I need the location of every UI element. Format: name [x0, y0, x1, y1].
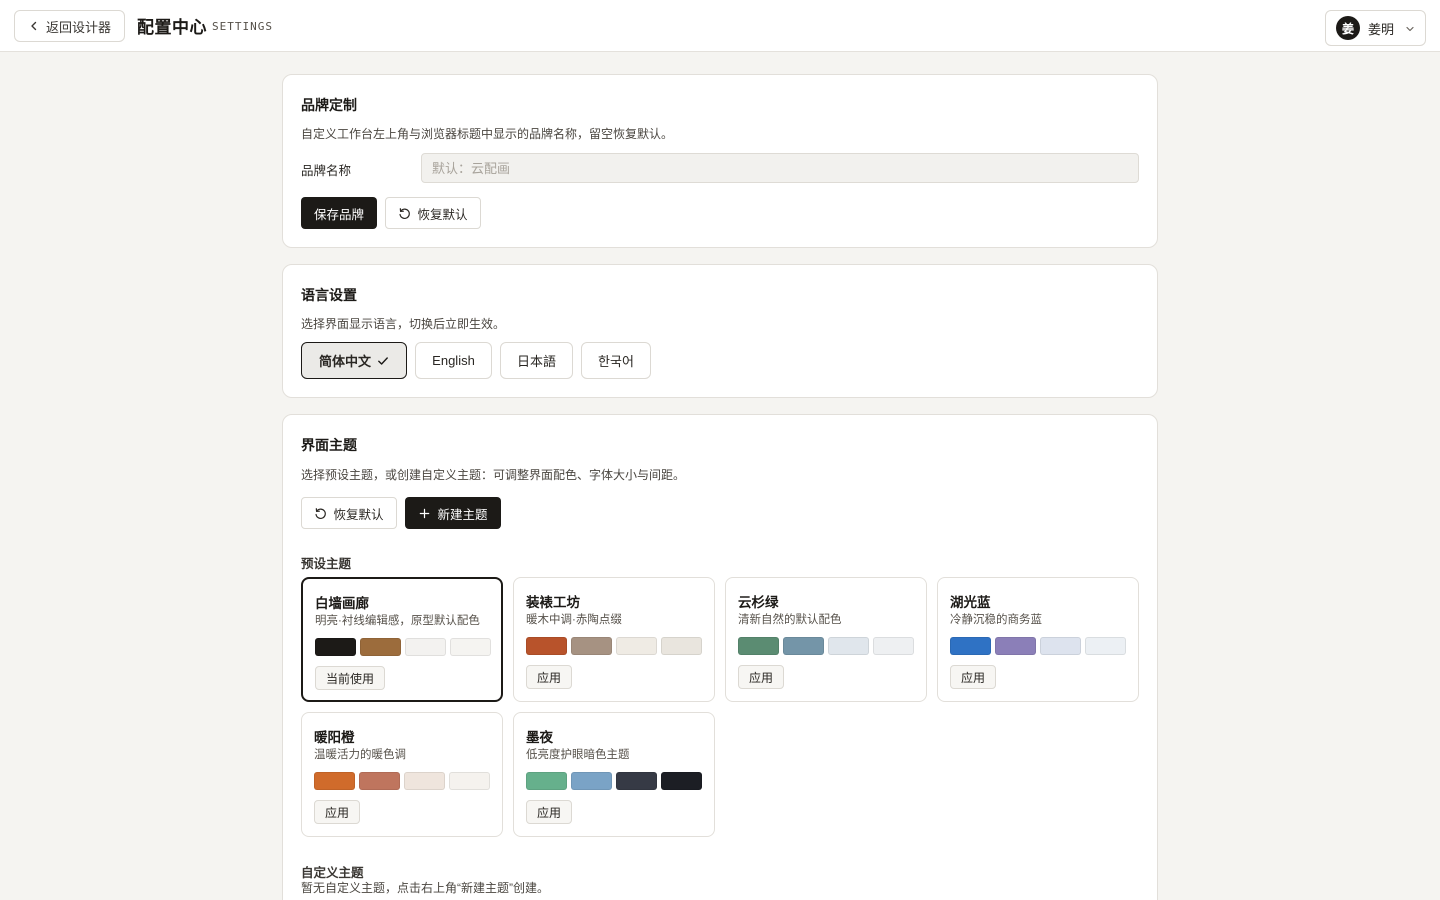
theme-color-swatches: [526, 637, 702, 655]
page-subtitle: SETTINGS: [212, 20, 273, 33]
color-swatch: [571, 772, 612, 790]
theme-description: 温暖活力的暖色调: [314, 749, 406, 761]
back-to-designer-button[interactable]: 返回设计器: [14, 10, 125, 42]
theme-description: 明亮·衬线编辑感，原型默认配色: [315, 615, 480, 627]
theme-color-swatches: [315, 638, 491, 656]
reset-brand-button[interactable]: 恢复默认: [385, 197, 481, 229]
reset-theme-label: 恢复默认: [333, 507, 384, 522]
color-swatch: [571, 637, 612, 655]
save-brand-label: 保存品牌: [313, 207, 364, 222]
theme-name: 白墙画廊: [315, 596, 369, 611]
theme-name: 湖光蓝: [950, 595, 991, 610]
theme-color-swatches: [314, 772, 490, 790]
custom-themes-empty-message: 暂无自定义主题，点击右上角“新建主题”创建。: [301, 881, 549, 895]
theme-card[interactable]: 暖阳橙温暖活力的暖色调应用: [301, 712, 503, 837]
language-section-description: 选择界面显示语言，切换后立即生效。: [301, 317, 506, 331]
theme-section-description: 选择预设主题，或创建自定义主题：可调整界面配色、字体大小与间距。: [301, 468, 686, 482]
apply-theme-button[interactable]: 应用: [738, 665, 785, 689]
color-swatch: [314, 772, 355, 790]
theme-color-swatches: [738, 637, 914, 655]
theme-section-title: 界面主题: [301, 437, 357, 453]
color-swatch: [661, 772, 702, 790]
color-swatch: [404, 772, 445, 790]
color-swatch: [1040, 637, 1081, 655]
language-option-label: English: [432, 353, 475, 368]
theme-description: 暖木中调·赤陶点缀: [526, 614, 622, 626]
apply-theme-button[interactable]: 应用: [526, 665, 573, 689]
theme-description: 冷静沉稳的商务蓝: [950, 614, 1042, 626]
language-option-label: 日本語: [516, 354, 556, 369]
apply-theme-button[interactable]: 应用: [526, 800, 573, 824]
page-title: 配置中心: [137, 18, 207, 37]
reset-theme-button[interactable]: 恢复默认: [301, 497, 397, 529]
check-icon: [378, 356, 388, 365]
plus-icon: [420, 508, 430, 518]
user-name: 姜明: [1368, 21, 1395, 37]
color-swatch: [405, 638, 446, 656]
color-swatch: [995, 637, 1036, 655]
theme-name: 墨夜: [526, 730, 553, 745]
color-swatch: [738, 637, 779, 655]
language-option-label: 한국어: [598, 354, 634, 369]
language-option-label: 简体中文: [318, 354, 371, 369]
color-swatch: [526, 637, 567, 655]
color-swatch: [661, 637, 702, 655]
reset-icon: [399, 207, 411, 219]
user-menu-button[interactable]: 姜 姜明: [1325, 10, 1426, 46]
theme-card[interactable]: 装裱工坊暖木中调·赤陶点缀应用: [513, 577, 715, 702]
theme-card[interactable]: 云杉绿清新自然的默认配色应用: [725, 577, 927, 702]
theme-card[interactable]: 白墙画廊明亮·衬线编辑感，原型默认配色当前使用: [301, 577, 503, 702]
avatar: 姜: [1336, 16, 1360, 40]
theme-description: 清新自然的默认配色: [738, 614, 842, 626]
color-swatch: [828, 637, 869, 655]
top-bar: 返回设计器 配置中心 SETTINGS 姜 姜明: [0, 0, 1440, 52]
chevron-left-icon: [31, 21, 37, 31]
chevron-down-icon: [1406, 26, 1414, 32]
color-swatch: [360, 638, 401, 656]
brand-settings-card: 品牌定制 自定义工作台左上角与浏览器标题中显示的品牌名称，留空恢复默认。 品牌名…: [282, 74, 1158, 248]
language-option-zh[interactable]: 简体中文: [301, 342, 407, 379]
color-swatch: [526, 772, 567, 790]
brand-name-input[interactable]: [421, 153, 1139, 183]
back-button-label: 返回设计器: [45, 19, 111, 35]
color-swatch: [873, 637, 914, 655]
reset-icon: [315, 507, 327, 519]
brand-section-title: 品牌定制: [301, 97, 357, 113]
color-swatch: [783, 637, 824, 655]
color-swatch: [450, 638, 491, 656]
new-theme-button[interactable]: 新建主题: [405, 497, 501, 529]
reset-brand-label: 恢复默认: [417, 207, 468, 222]
current-theme-button[interactable]: 当前使用: [315, 666, 386, 690]
new-theme-label: 新建主题: [437, 507, 488, 522]
color-swatch: [449, 772, 490, 790]
language-section-title: 语言设置: [301, 287, 357, 303]
theme-settings-card: 界面主题 选择预设主题，或创建自定义主题：可调整界面配色、字体大小与间距。 恢复…: [282, 414, 1158, 900]
brand-section-description: 自定义工作台左上角与浏览器标题中显示的品牌名称，留空恢复默认。: [301, 127, 674, 141]
theme-color-swatches: [950, 637, 1126, 655]
theme-card[interactable]: 湖光蓝冷静沉稳的商务蓝应用: [937, 577, 1139, 702]
color-swatch: [616, 637, 657, 655]
language-option-ko[interactable]: 한국어: [581, 342, 651, 379]
language-option-ja[interactable]: 日本語: [500, 342, 573, 379]
color-swatch: [1085, 637, 1126, 655]
theme-name: 装裱工坊: [526, 595, 580, 610]
theme-name: 暖阳橙: [314, 730, 355, 745]
color-swatch: [315, 638, 356, 656]
apply-theme-button[interactable]: 应用: [950, 665, 997, 689]
color-swatch: [950, 637, 991, 655]
language-option-en[interactable]: English: [415, 342, 492, 379]
brand-name-label: 品牌名称: [301, 164, 352, 178]
theme-description: 低亮度护眼暗色主题: [526, 749, 630, 761]
theme-card[interactable]: 墨夜低亮度护眼暗色主题应用: [513, 712, 715, 837]
color-swatch: [359, 772, 400, 790]
theme-color-swatches: [526, 772, 702, 790]
save-brand-button[interactable]: 保存品牌: [301, 197, 377, 229]
apply-theme-button[interactable]: 应用: [314, 800, 361, 824]
language-settings-card: 语言设置 选择界面显示语言，切换后立即生效。 简体中文 English 日本語 …: [282, 264, 1158, 398]
color-swatch: [616, 772, 657, 790]
preset-themes-label: 预设主题: [301, 557, 352, 571]
theme-name: 云杉绿: [738, 595, 779, 610]
